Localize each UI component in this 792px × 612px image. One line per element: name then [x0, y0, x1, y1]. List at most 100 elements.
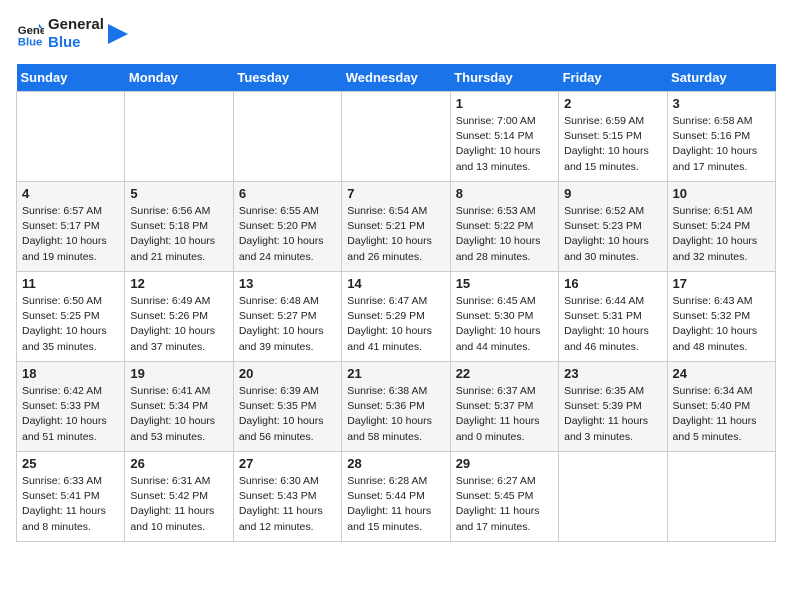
day-info: Sunrise: 6:34 AM Sunset: 5:40 PM Dayligh… [673, 384, 770, 445]
day-number: 23 [564, 366, 661, 381]
calendar-cell: 16Sunrise: 6:44 AM Sunset: 5:31 PM Dayli… [559, 272, 667, 362]
day-info: Sunrise: 6:35 AM Sunset: 5:39 PM Dayligh… [564, 384, 661, 445]
day-info: Sunrise: 6:42 AM Sunset: 5:33 PM Dayligh… [22, 384, 119, 445]
day-number: 7 [347, 186, 444, 201]
calendar-cell: 6 Sunrise: 6:55 AM Sunset: 5:20 PM Daylig… [233, 182, 341, 272]
calendar-cell: 19Sunrise: 6:41 AM Sunset: 5:34 PM Dayli… [125, 362, 233, 452]
calendar-cell: 23 Sunrise: 6:35 AM Sunset: 5:39 PM Dayli… [559, 362, 667, 452]
day-info: Sunrise: 6:57 AM Sunset: 5:17 PM Dayligh… [22, 204, 119, 265]
day-number: 2 [564, 96, 661, 111]
day-number: 17 [673, 276, 770, 291]
day-number: 4 [22, 186, 119, 201]
day-number: 29 [456, 456, 553, 471]
day-info: Sunrise: 6:59 AM Sunset: 5:15 PM Dayligh… [564, 114, 661, 175]
day-number: 25 [22, 456, 119, 471]
day-info: Sunrise: 6:37 AM Sunset: 5:37 PM Dayligh… [456, 384, 553, 445]
calendar-cell: 2 Sunrise: 6:59 AM Sunset: 5:15 PM Daylig… [559, 92, 667, 182]
day-info: Sunrise: 7:00 AM Sunset: 5:14 PM Dayligh… [456, 114, 553, 175]
calendar-cell: 14 Sunrise: 6:47 AM Sunset: 5:29 PM Dayli… [342, 272, 450, 362]
calendar-week-row: 11 Sunrise: 6:50 AM Sunset: 5:25 PM Dayli… [17, 272, 776, 362]
calendar-week-row: 4 Sunrise: 6:57 AM Sunset: 5:17 PM Daylig… [17, 182, 776, 272]
logo-icon: General Blue [16, 20, 44, 48]
day-number: 10 [673, 186, 770, 201]
day-number: 5 [130, 186, 227, 201]
calendar-cell: 24 Sunrise: 6:34 AM Sunset: 5:40 PM Dayli… [667, 362, 775, 452]
calendar-cell: 7Sunrise: 6:54 AM Sunset: 5:21 PM Daylig… [342, 182, 450, 272]
day-info: Sunrise: 6:30 AM Sunset: 5:43 PM Dayligh… [239, 474, 336, 535]
calendar-cell: 3 Sunrise: 6:58 AM Sunset: 5:16 PM Daylig… [667, 92, 775, 182]
calendar-cell [667, 452, 775, 542]
calendar-cell [342, 92, 450, 182]
day-info: Sunrise: 6:43 AM Sunset: 5:32 PM Dayligh… [673, 294, 770, 355]
day-info: Sunrise: 6:55 AM Sunset: 5:20 PM Dayligh… [239, 204, 336, 265]
weekday-header-tuesday: Tuesday [233, 64, 341, 92]
calendar-cell: 21 Sunrise: 6:38 AM Sunset: 5:36 PM Dayli… [342, 362, 450, 452]
weekday-header-row: SundayMondayTuesdayWednesdayThursdayFrid… [17, 64, 776, 92]
day-info: Sunrise: 6:49 AM Sunset: 5:26 PM Dayligh… [130, 294, 227, 355]
day-number: 14 [347, 276, 444, 291]
day-info: Sunrise: 6:28 AM Sunset: 5:44 PM Dayligh… [347, 474, 444, 535]
calendar-cell: 15 Sunrise: 6:45 AM Sunset: 5:30 PM Dayli… [450, 272, 558, 362]
calendar-cell [17, 92, 125, 182]
calendar-cell: 13 Sunrise: 6:48 AM Sunset: 5:27 PM Dayli… [233, 272, 341, 362]
calendar-cell: 20 Sunrise: 6:39 AM Sunset: 5:35 PM Dayli… [233, 362, 341, 452]
weekday-header-wednesday: Wednesday [342, 64, 450, 92]
day-number: 9 [564, 186, 661, 201]
day-number: 20 [239, 366, 336, 381]
day-number: 12 [130, 276, 227, 291]
calendar-cell: 12 Sunrise: 6:49 AM Sunset: 5:26 PM Dayli… [125, 272, 233, 362]
day-number: 24 [673, 366, 770, 381]
calendar-week-row: 18 Sunrise: 6:42 AM Sunset: 5:33 PM Dayli… [17, 362, 776, 452]
calendar-cell: 17 Sunrise: 6:43 AM Sunset: 5:32 PM Dayli… [667, 272, 775, 362]
weekday-header-sunday: Sunday [17, 64, 125, 92]
day-number: 8 [456, 186, 553, 201]
day-number: 11 [22, 276, 119, 291]
calendar-cell: 9 Sunrise: 6:52 AM Sunset: 5:23 PM Daylig… [559, 182, 667, 272]
day-number: 27 [239, 456, 336, 471]
weekday-header-thursday: Thursday [450, 64, 558, 92]
day-number: 21 [347, 366, 444, 381]
calendar-cell: 29 Sunrise: 6:27 AM Sunset: 5:45 PM Dayli… [450, 452, 558, 542]
calendar-cell: 1 Sunrise: 7:00 AM Sunset: 5:14 PM Daylig… [450, 92, 558, 182]
calendar-week-row: 1 Sunrise: 7:00 AM Sunset: 5:14 PM Daylig… [17, 92, 776, 182]
calendar-cell: 5 Sunrise: 6:56 AM Sunset: 5:18 PM Daylig… [125, 182, 233, 272]
day-info: Sunrise: 6:44 AM Sunset: 5:31 PM Dayligh… [564, 294, 661, 355]
calendar-cell [125, 92, 233, 182]
logo-blue: Blue [48, 34, 104, 52]
logo-general: General [48, 16, 104, 34]
weekday-header-saturday: Saturday [667, 64, 775, 92]
day-info: Sunrise: 6:45 AM Sunset: 5:30 PM Dayligh… [456, 294, 553, 355]
calendar-cell: 18 Sunrise: 6:42 AM Sunset: 5:33 PM Dayli… [17, 362, 125, 452]
day-number: 28 [347, 456, 444, 471]
day-number: 26 [130, 456, 227, 471]
weekday-header-friday: Friday [559, 64, 667, 92]
day-info: Sunrise: 6:27 AM Sunset: 5:45 PM Dayligh… [456, 474, 553, 535]
day-info: Sunrise: 6:33 AM Sunset: 5:41 PM Dayligh… [22, 474, 119, 535]
day-info: Sunrise: 6:41 AM Sunset: 5:34 PM Dayligh… [130, 384, 227, 445]
day-info: Sunrise: 6:50 AM Sunset: 5:25 PM Dayligh… [22, 294, 119, 355]
day-number: 18 [22, 366, 119, 381]
day-info: Sunrise: 6:38 AM Sunset: 5:36 PM Dayligh… [347, 384, 444, 445]
day-info: Sunrise: 6:48 AM Sunset: 5:27 PM Dayligh… [239, 294, 336, 355]
calendar-table: SundayMondayTuesdayWednesdayThursdayFrid… [16, 64, 776, 542]
day-info: Sunrise: 6:56 AM Sunset: 5:18 PM Dayligh… [130, 204, 227, 265]
day-number: 13 [239, 276, 336, 291]
svg-text:Blue: Blue [18, 36, 43, 48]
calendar-week-row: 25 Sunrise: 6:33 AM Sunset: 5:41 PM Dayli… [17, 452, 776, 542]
day-info: Sunrise: 6:52 AM Sunset: 5:23 PM Dayligh… [564, 204, 661, 265]
day-number: 6 [239, 186, 336, 201]
calendar-cell: 4 Sunrise: 6:57 AM Sunset: 5:17 PM Daylig… [17, 182, 125, 272]
page-header: General Blue General Blue [16, 16, 776, 52]
day-info: Sunrise: 6:47 AM Sunset: 5:29 PM Dayligh… [347, 294, 444, 355]
day-number: 15 [456, 276, 553, 291]
calendar-cell [233, 92, 341, 182]
calendar-cell: 22Sunrise: 6:37 AM Sunset: 5:37 PM Dayli… [450, 362, 558, 452]
calendar-cell: 25 Sunrise: 6:33 AM Sunset: 5:41 PM Dayli… [17, 452, 125, 542]
weekday-header-monday: Monday [125, 64, 233, 92]
day-number: 3 [673, 96, 770, 111]
calendar-cell: 28 Sunrise: 6:28 AM Sunset: 5:44 PM Dayli… [342, 452, 450, 542]
calendar-cell: 8Sunrise: 6:53 AM Sunset: 5:22 PM Daylig… [450, 182, 558, 272]
day-number: 1 [456, 96, 553, 111]
day-info: Sunrise: 6:58 AM Sunset: 5:16 PM Dayligh… [673, 114, 770, 175]
day-info: Sunrise: 6:39 AM Sunset: 5:35 PM Dayligh… [239, 384, 336, 445]
